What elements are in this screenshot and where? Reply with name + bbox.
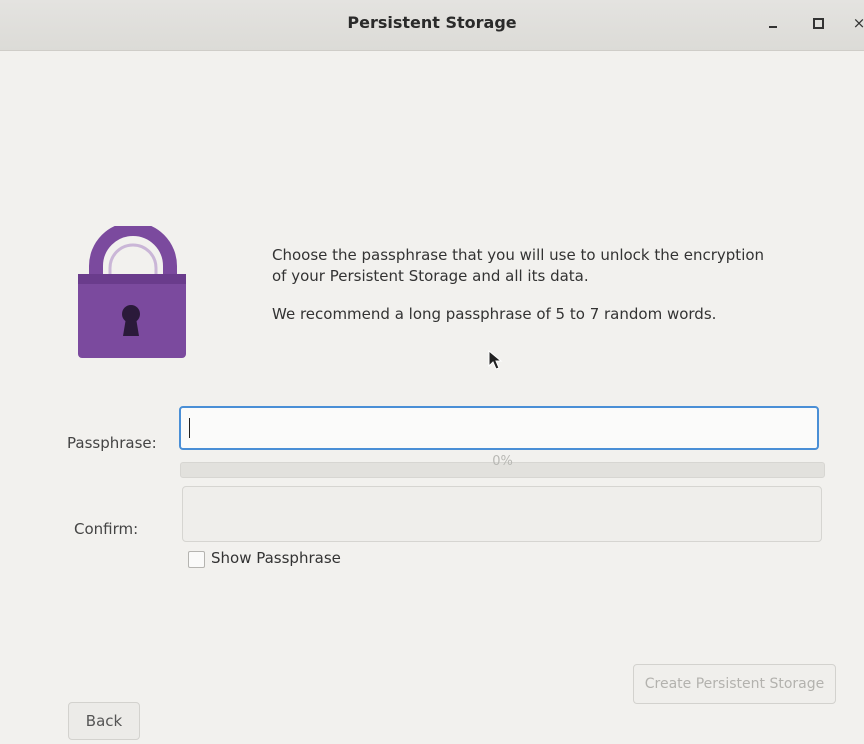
show-passphrase-checkbox[interactable] (188, 551, 205, 568)
confirm-input[interactable] (182, 486, 822, 542)
intro-line-2: of your Persistent Storage and all its d… (272, 267, 589, 285)
confirm-label: Confirm: (74, 520, 139, 538)
padlock-icon (78, 226, 186, 358)
persistent-storage-window: Persistent Storage × Choose the passphra… (0, 0, 864, 744)
maximize-button[interactable] (805, 10, 831, 36)
minimize-button[interactable] (760, 10, 786, 36)
show-passphrase-toggle[interactable]: Show Passphrase (188, 548, 341, 568)
mouse-pointer-icon (488, 350, 503, 370)
recommendation-text: We recommend a long passphrase of 5 to 7… (272, 305, 717, 323)
minimize-icon (769, 26, 777, 28)
show-passphrase-label: Show Passphrase (211, 549, 341, 567)
close-icon: × (852, 14, 864, 32)
intro-line-1: Choose the passphrase that you will use … (272, 246, 765, 264)
passphrase-input[interactable] (179, 406, 819, 450)
text-caret (189, 418, 190, 438)
window-title: Persistent Storage (347, 13, 517, 32)
back-button[interactable]: Back (68, 702, 140, 740)
create-persistent-storage-button[interactable]: Create Persistent Storage (633, 664, 836, 704)
intro-text: Choose the passphrase that you will use … (272, 245, 772, 325)
passphrase-strength-text: 0% (492, 454, 513, 469)
titlebar: Persistent Storage × (0, 0, 864, 51)
close-button[interactable]: × (846, 10, 864, 36)
passphrase-label: Passphrase: (67, 434, 157, 452)
maximize-icon (812, 17, 824, 29)
